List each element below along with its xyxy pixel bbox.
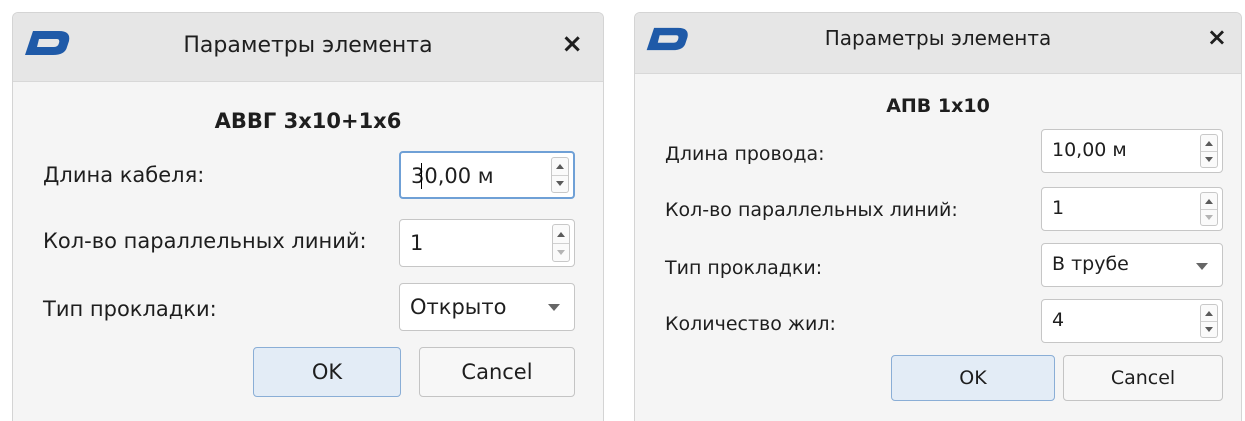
- chevron-down-icon: [557, 249, 565, 255]
- core-count-spinbox[interactable]: 4: [1041, 299, 1223, 343]
- spin-up-button[interactable]: [1201, 135, 1217, 152]
- laying-type-combobox[interactable]: В трубе: [1041, 243, 1223, 287]
- wire-length-spinbox[interactable]: 10,00 м: [1041, 129, 1223, 173]
- laying-type-label: Тип прокладки:: [665, 257, 823, 279]
- text-caret: [421, 163, 422, 189]
- spin-down-button[interactable]: [1201, 151, 1217, 167]
- spin-buttons: [1200, 304, 1218, 338]
- cable-length-value: 30,00 м: [411, 164, 494, 188]
- chevron-down-icon: [1205, 156, 1213, 162]
- spin-down-button[interactable]: [1201, 209, 1217, 225]
- element-params-dialog-cable: Параметры элемента × АВВГ 3х10+1х6 Длина…: [12, 12, 604, 421]
- dialog-title: Параметры элемента: [824, 26, 1052, 50]
- chevron-up-icon: [557, 231, 565, 237]
- cancel-button[interactable]: Cancel: [1063, 355, 1223, 401]
- close-icon[interactable]: ×: [1207, 23, 1227, 51]
- laying-type-label: Тип прокладки:: [43, 297, 217, 321]
- spin-up-button[interactable]: [1201, 193, 1217, 210]
- chevron-up-icon: [1205, 198, 1213, 204]
- ok-button[interactable]: OK: [891, 355, 1055, 401]
- wire-length-label: Длина провода:: [665, 143, 825, 165]
- chevron-up-icon: [556, 164, 564, 169]
- parallel-lines-value: 1: [410, 231, 424, 255]
- spin-down-button[interactable]: [553, 243, 569, 261]
- element-name: АВВГ 3х10+1х6: [214, 109, 402, 133]
- parallel-lines-spinbox[interactable]: 1: [1041, 187, 1223, 231]
- spin-buttons: [552, 224, 570, 262]
- spin-down-button[interactable]: [1201, 321, 1217, 337]
- chevron-down-icon: [1196, 263, 1208, 270]
- spin-buttons: [551, 157, 569, 193]
- parallel-lines-spinbox[interactable]: 1: [399, 219, 575, 267]
- parallel-lines-label: Кол-во параллельных линий:: [43, 229, 367, 253]
- chevron-down-icon: [1205, 214, 1213, 220]
- cable-length-spinbox[interactable]: 30,00 м: [399, 151, 575, 199]
- chevron-up-icon: [1205, 310, 1213, 316]
- element-params-dialog-wire: Параметры элемента × АПВ 1х10 Длина пров…: [634, 12, 1242, 421]
- parallel-lines-value: 1: [1052, 197, 1065, 219]
- close-icon[interactable]: ×: [561, 29, 583, 59]
- title-bar: Параметры элемента ×: [13, 13, 603, 82]
- title-bar: Параметры элемента ×: [635, 13, 1241, 74]
- chevron-down-icon: [548, 304, 560, 311]
- core-count-value: 4: [1052, 309, 1065, 331]
- spin-down-button[interactable]: [552, 175, 568, 192]
- element-name: АПВ 1х10: [886, 95, 990, 117]
- spin-up-button[interactable]: [553, 225, 569, 244]
- cancel-button[interactable]: Cancel: [419, 347, 575, 397]
- chevron-up-icon: [1205, 140, 1213, 146]
- laying-type-value: Открыто: [410, 295, 507, 319]
- cable-length-label: Длина кабеля:: [43, 163, 205, 187]
- spin-up-button[interactable]: [1201, 305, 1217, 322]
- core-count-label: Количество жил:: [665, 313, 836, 335]
- chevron-down-icon: [556, 181, 564, 186]
- spin-up-button[interactable]: [552, 158, 568, 176]
- dialog-title: Параметры элемента: [183, 33, 433, 58]
- spin-buttons: [1200, 192, 1218, 226]
- spin-buttons: [1200, 134, 1218, 168]
- laying-type-value: В трубе: [1052, 253, 1129, 275]
- ok-button[interactable]: OK: [253, 347, 401, 397]
- laying-type-combobox[interactable]: Открыто: [399, 283, 575, 331]
- wire-length-value: 10,00 м: [1052, 139, 1127, 161]
- chevron-down-icon: [1205, 326, 1213, 332]
- parallel-lines-label: Кол-во параллельных линий:: [665, 199, 958, 221]
